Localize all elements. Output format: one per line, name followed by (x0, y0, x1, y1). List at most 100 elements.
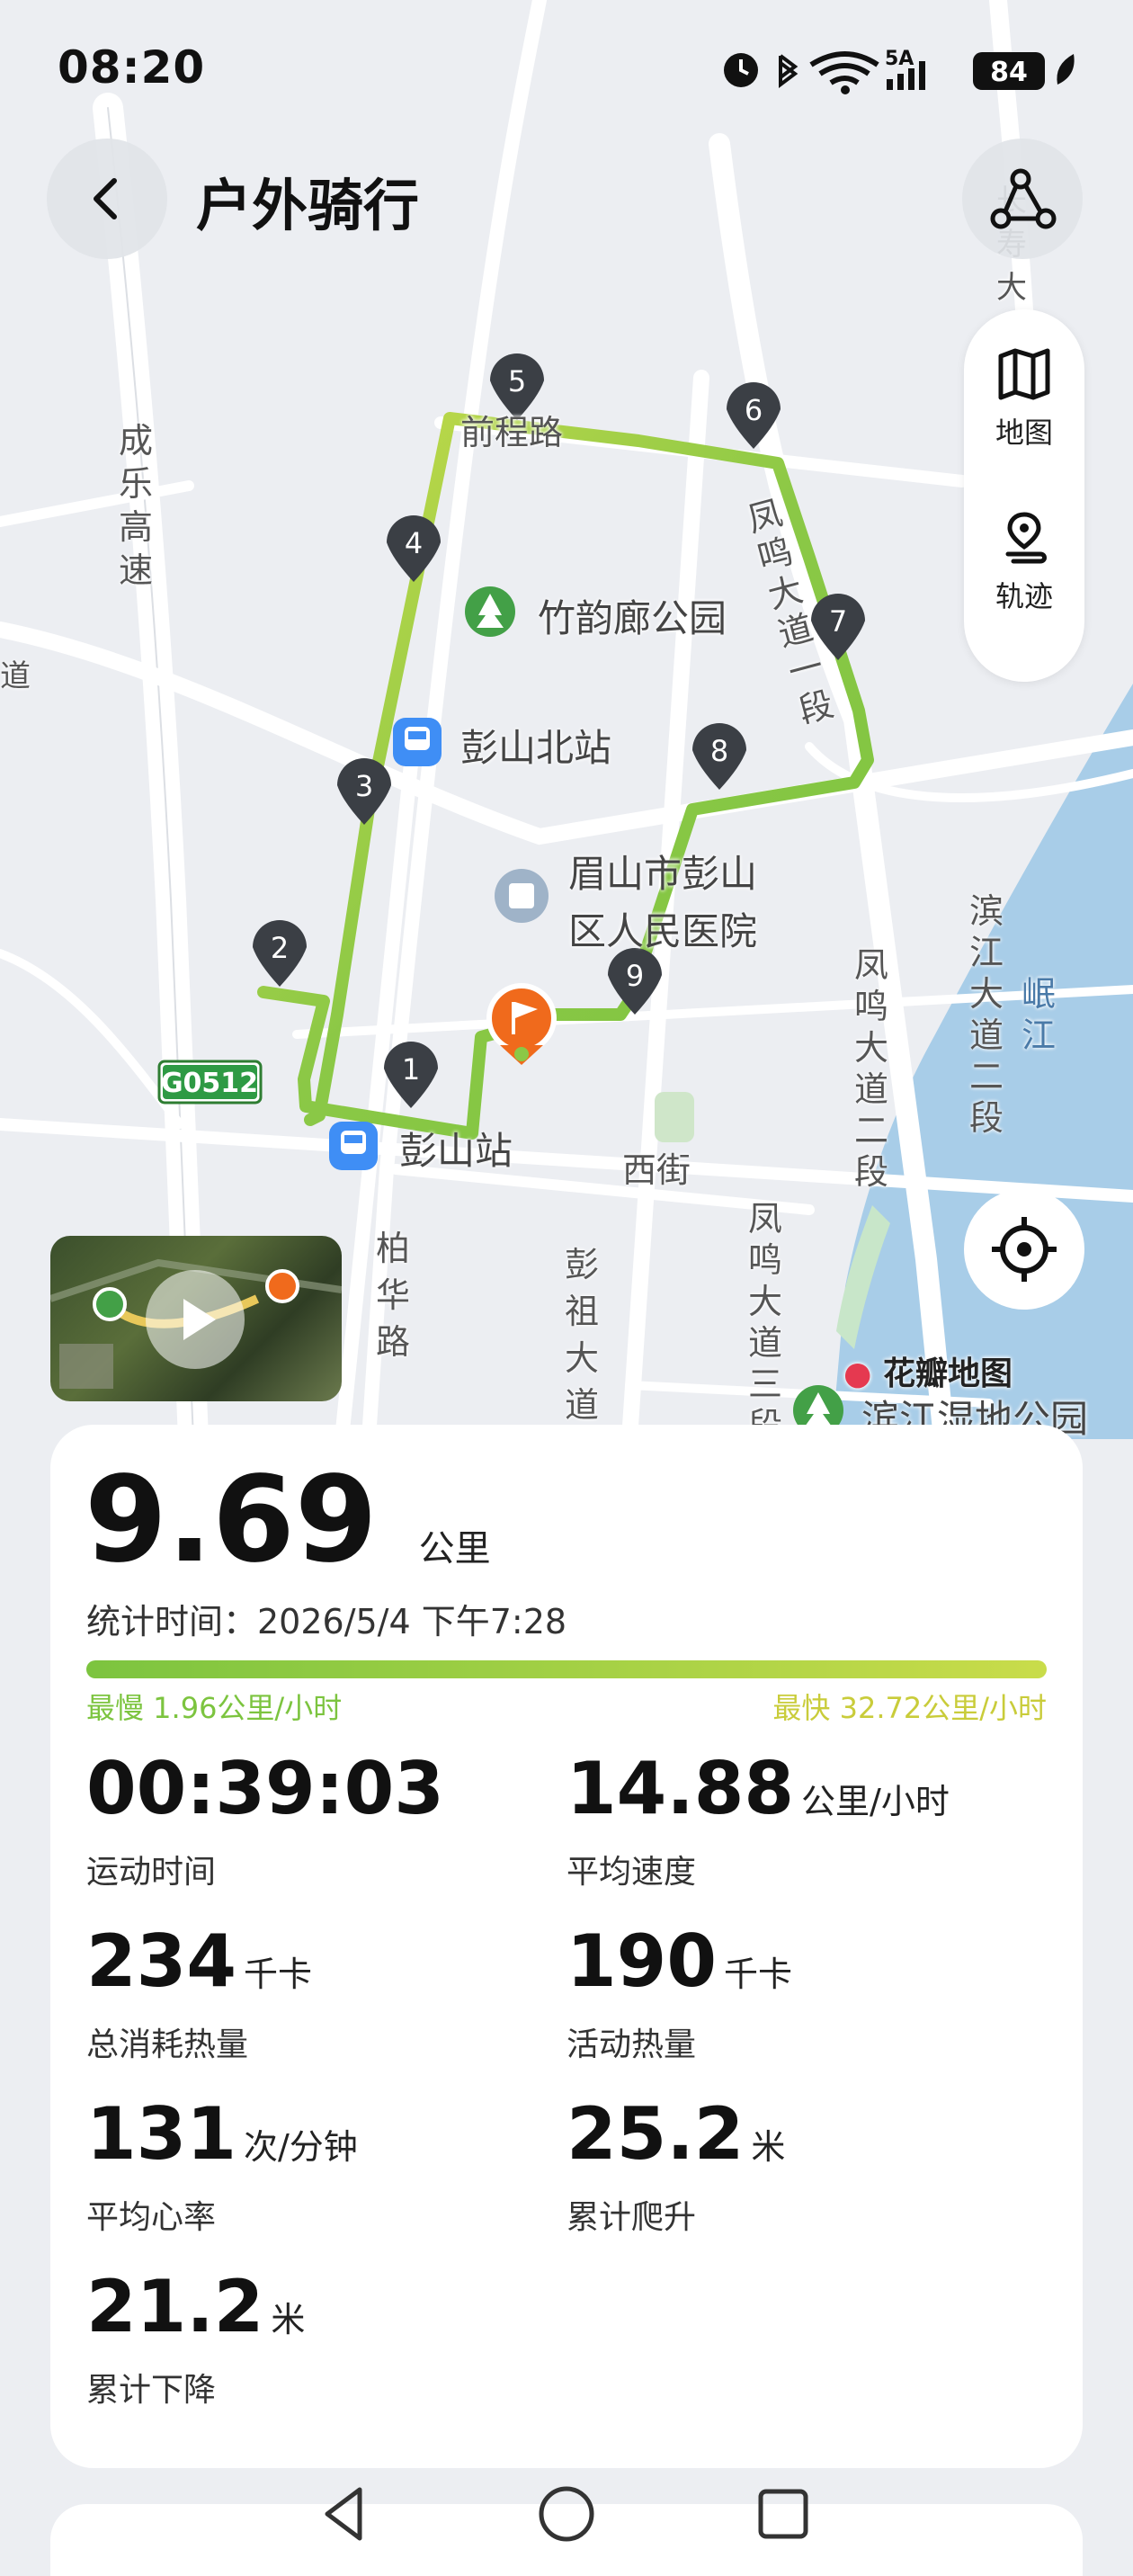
locate-icon (992, 1217, 1057, 1282)
locate-button[interactable] (964, 1189, 1084, 1310)
stat-label: 运动时间 (86, 1854, 217, 1891)
svg-text:G0512: G0512 (161, 1068, 258, 1099)
back-nav-icon[interactable] (315, 2482, 378, 2545)
network-type: 5A (885, 48, 914, 70)
track-mode-button[interactable]: 轨迹 (964, 509, 1084, 615)
stat-item: 14.88 公里/小时平均速度 (566, 1749, 950, 1892)
stat-number: 14.88 (566, 1747, 795, 1830)
status-icons: 5A 84 (724, 48, 1075, 94)
record-time: 统计时间：2026/5/4 下午7:28 (86, 1602, 567, 1641)
stat-value: 25.2 米 (566, 2094, 785, 2187)
stat-value: 21.2 米 (86, 2267, 305, 2360)
km-marker-label: 7 (829, 604, 847, 639)
map-pin-icon: ● (843, 1355, 872, 1392)
svg-text:84: 84 (990, 57, 1028, 88)
km-marker-label: 6 (745, 393, 763, 427)
km-marker-label: 5 (508, 364, 526, 398)
replay-video-thumbnail[interactable] (50, 1236, 342, 1401)
stat-number: 190 (566, 1919, 717, 2003)
map-mode-button[interactable]: 地图 (964, 345, 1084, 452)
road-label: 道 (0, 658, 31, 694)
road-label: 滨江大道二段 (969, 891, 1004, 1138)
fastest-speed: 最快 32.72公里/小时 (772, 1691, 1047, 1725)
road-label: 成乐高速 (119, 421, 154, 590)
road-label: 凤鸣大道二段 (854, 945, 889, 1192)
back-button[interactable] (47, 139, 167, 259)
stat-value: 234 千卡 (86, 1921, 312, 2015)
road-label: 柏华路 (376, 1229, 411, 1362)
speed-gradient-bar (86, 1660, 1047, 1678)
stat-number: 131 (86, 2092, 236, 2176)
stat-unit: 次/分钟 (244, 2127, 358, 2167)
watermark-text: 花瓣地图 (882, 1355, 1013, 1392)
stat-item: 00:39:03 运动时间 (86, 1749, 451, 1892)
stat-item: 25.2 米累计爬升 (566, 2094, 785, 2238)
map-mode-label: 地图 (995, 416, 1053, 450)
stat-item: 131 次/分钟 平均心率 (86, 2094, 358, 2238)
slowest-speed: 最慢 1.96公里/小时 (86, 1691, 343, 1725)
road-label: 西街 (622, 1150, 691, 1190)
play-icon (183, 1299, 216, 1340)
stat-number: 25.2 (566, 2092, 745, 2176)
stat-value: 00:39:03 (86, 1749, 451, 1842)
stat-label: 平均心率 (86, 2199, 217, 2236)
map-icon (998, 348, 1050, 400)
stat-label: 累计下降 (86, 2372, 217, 2409)
stat-unit: 米 (271, 2300, 306, 2339)
home-nav-icon[interactable] (535, 2482, 598, 2545)
km-marker-label: 1 (402, 1052, 420, 1087)
leaf-icon (1057, 54, 1075, 85)
chevron-left-icon (94, 178, 117, 219)
km-marker-label: 2 (271, 931, 289, 965)
stat-value: 190 千卡 (566, 1921, 792, 2015)
stat-item: 21.2 米累计下降 (86, 2267, 305, 2411)
map-mode-panel: 地图 轨迹 (964, 309, 1084, 682)
distance-unit: 公里 (418, 1528, 491, 1570)
route-icon (990, 168, 1057, 229)
play-button[interactable] (146, 1270, 245, 1369)
km-marker-label: 9 (626, 959, 644, 993)
status-bar: 08:20 5A 84 (0, 0, 1133, 135)
bluetooth-icon (779, 54, 798, 88)
stat-label: 平均速度 (566, 1854, 697, 1891)
poi-label: 眉山市彭山 区人民医院 (568, 845, 757, 961)
stat-unit: 千卡 (244, 1954, 313, 1994)
stat-number: 00:39:03 (86, 1747, 444, 1830)
km-marker-label: 4 (405, 526, 423, 560)
stat-unit: 公里/小时 (801, 1782, 950, 1821)
stat-label: 累计爬升 (566, 2199, 697, 2236)
stat-number: 21.2 (86, 2265, 264, 2348)
stat-unit: 米 (751, 2127, 786, 2167)
page-title: 户外骑行 (196, 173, 420, 238)
track-mode-label: 轨迹 (995, 579, 1053, 613)
route-share-button[interactable] (962, 139, 1083, 259)
road-label: 彭祖大道 (565, 1245, 600, 1425)
stats-card: 9.69 公里 统计时间：2026/5/4 下午7:28 最慢 1.96公里/小… (50, 1425, 1083, 2468)
stat-unit: 千卡 (724, 1954, 793, 1994)
stat-label: 总消耗热量 (86, 2026, 249, 2063)
stat-item: 234 千卡总消耗热量 (86, 1921, 312, 2065)
poi-label: 彭山北站 (460, 726, 612, 770)
stat-label: 活动热量 (566, 2026, 697, 2063)
system-nav-bar (0, 2464, 1133, 2558)
river-label: 岷江 (1021, 974, 1057, 1055)
stat-item: 190 千卡 活动热量 (566, 1921, 792, 2065)
signal-icon (887, 79, 893, 90)
poi-line: 眉山市彭山 (568, 852, 758, 896)
poi-label: 竹韵廊公园 (538, 596, 727, 640)
wifi-icon (809, 51, 879, 85)
distance-value: 9.69 公里 (85, 1457, 491, 1612)
poi-line: 区人民医院 (568, 909, 758, 953)
road-label: 凤鸣大道三段 (748, 1199, 783, 1445)
distance-number: 9.69 (85, 1451, 378, 1589)
stat-number: 234 (86, 1919, 236, 2003)
km-marker-label: 3 (355, 769, 373, 803)
clock: 08:20 (58, 41, 206, 94)
track-icon (1005, 512, 1047, 564)
poi-label: 彭山站 (399, 1129, 513, 1173)
stat-value: 131 次/分钟 (86, 2094, 358, 2187)
map-watermark: ● 花瓣地图 (843, 1347, 1013, 1394)
stat-value: 14.88 公里/小时 (566, 1749, 950, 1842)
road-label: 前程路 (460, 413, 564, 452)
recent-apps-nav-icon[interactable] (752, 2482, 815, 2545)
